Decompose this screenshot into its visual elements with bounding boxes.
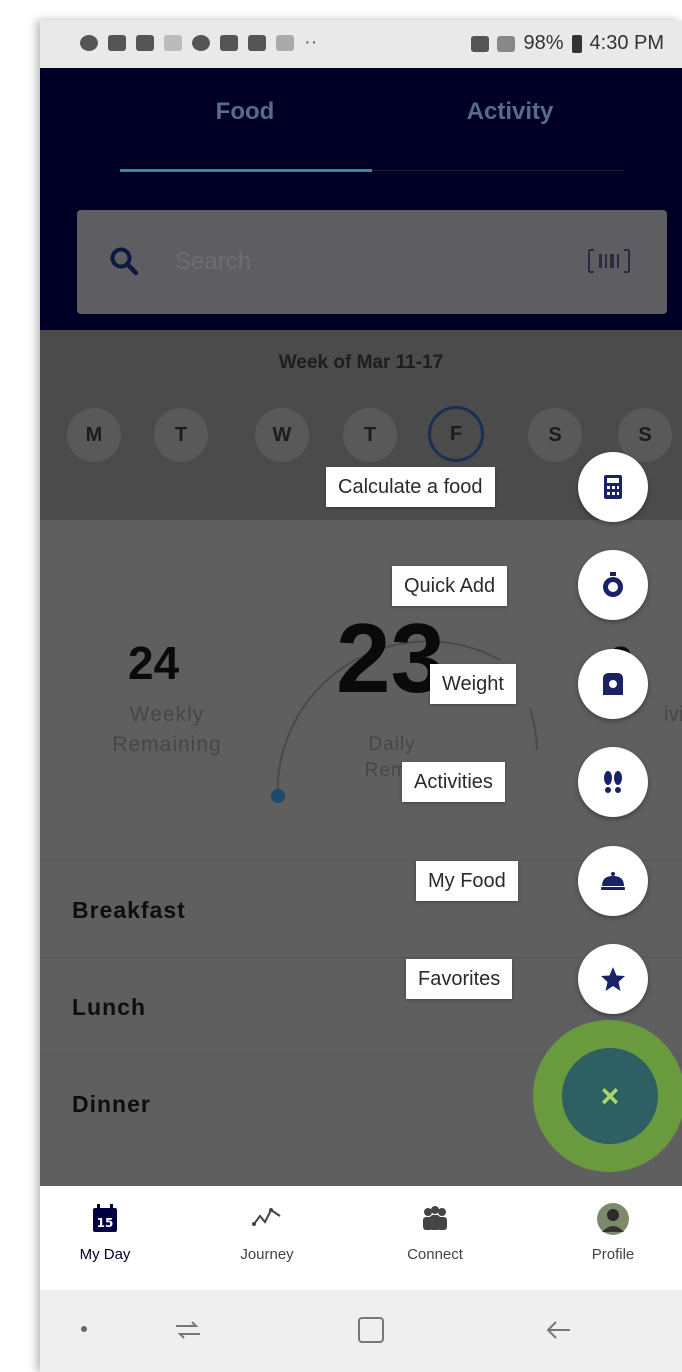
tab-divider [372, 170, 624, 171]
star-icon [601, 967, 625, 991]
wifi-icon [276, 34, 294, 51]
weekly-points-label: Weekly Remaining [92, 700, 242, 760]
tab-activity[interactable]: Activity [385, 98, 635, 126]
calendar-badge: 15 [97, 1216, 114, 1230]
weight-label[interactable]: Weight [430, 664, 516, 704]
calculator-icon [604, 475, 622, 499]
system-navigation-bar [40, 1290, 682, 1372]
bottom-navigation: 15 My Day Journey Connect Profile [40, 1186, 682, 1290]
daily-points-value: 23 [336, 603, 446, 713]
nfc-icon [471, 35, 490, 52]
day-monday[interactable]: M [67, 408, 121, 462]
tab-food[interactable]: Food [120, 98, 370, 126]
battery-percent: 98% [523, 32, 564, 54]
calculate-food-button[interactable] [578, 452, 648, 522]
gallery-icon [136, 34, 154, 51]
journey-line-icon [252, 1208, 281, 1226]
more-icon: ·· [304, 31, 318, 53]
spotify-icon [80, 34, 98, 51]
dot-icon [81, 1326, 87, 1332]
daily-label-line1: Daily [368, 734, 416, 755]
quick-add-label[interactable]: Quick Add [392, 566, 508, 606]
day-thursday[interactable]: T [343, 408, 397, 462]
search-bar[interactable]: Search [77, 210, 667, 314]
nav-profile[interactable]: Profile [548, 1202, 678, 1263]
home-icon[interactable] [354, 1312, 390, 1348]
search-icon [110, 247, 139, 276]
activities-label[interactable]: Activities [402, 762, 505, 802]
favorites-button[interactable] [578, 944, 648, 1014]
status-bar: ·· 98% 4:30 PM [40, 20, 682, 68]
people-icon [423, 1206, 447, 1230]
scale-icon [603, 673, 623, 695]
food-dish-icon [601, 872, 625, 890]
nav-connect[interactable]: Connect [370, 1202, 500, 1263]
day-wednesday[interactable]: W [255, 408, 309, 462]
day-saturday[interactable]: S [528, 408, 582, 462]
nav-my-day[interactable]: 15 My Day [40, 1202, 170, 1263]
tab-indicator [120, 169, 372, 172]
video-icon [220, 34, 238, 51]
tv-icon [248, 34, 266, 51]
nav-journey[interactable]: Journey [202, 1202, 332, 1263]
weekly-label-line2: Remaining [112, 733, 222, 756]
weekly-label-line1: Weekly [129, 703, 205, 726]
stopwatch-icon [603, 572, 623, 597]
activities-button[interactable] [578, 747, 648, 817]
recent-apps-icon[interactable] [170, 1312, 206, 1348]
weight-button[interactable] [578, 649, 648, 719]
avatar-icon [597, 1203, 629, 1235]
app-header: Food Activity Search [40, 68, 682, 330]
week-title: Week of Mar 11-17 [278, 352, 444, 373]
my-food-button[interactable] [578, 846, 648, 916]
calendar-icon: 15 [93, 1204, 117, 1232]
weekly-points-value: 24 [128, 637, 180, 689]
notification-icon [164, 34, 182, 51]
nav-label-journey: Journey [240, 1246, 294, 1263]
screenshot-icon [108, 34, 126, 51]
battery-icon [571, 34, 582, 53]
nav-label-connect: Connect [407, 1246, 463, 1263]
day-friday[interactable]: F [428, 406, 484, 462]
close-menu-button[interactable]: × [562, 1048, 658, 1144]
back-icon[interactable] [540, 1312, 576, 1348]
phone-screen: ·· 98% 4:30 PM Food Activity Search Week… [40, 20, 682, 1372]
footprints-icon [604, 771, 622, 793]
my-food-label[interactable]: My Food [416, 861, 518, 901]
quick-add-button[interactable] [578, 550, 648, 620]
meal-label: Lunch [72, 994, 146, 1020]
meal-label: Dinner [72, 1091, 151, 1117]
notification-icons: ·· [80, 31, 317, 54]
clock: 4:30 PM [589, 32, 664, 54]
meal-label: Breakfast [72, 897, 186, 923]
search-input[interactable]: Search [175, 248, 251, 276]
calculate-food-label[interactable]: Calculate a food [326, 467, 495, 507]
day-tuesday[interactable]: T [154, 408, 208, 462]
favorites-label[interactable]: Favorites [406, 959, 513, 999]
signal-icon [497, 35, 516, 52]
system-status: 98% 4:30 PM [471, 32, 664, 55]
close-icon: × [600, 1077, 620, 1114]
barcode-scan-icon[interactable] [587, 248, 631, 274]
nav-label-my-day: My Day [79, 1246, 131, 1263]
nav-label-profile: Profile [591, 1246, 635, 1263]
lock-icon [192, 34, 210, 51]
